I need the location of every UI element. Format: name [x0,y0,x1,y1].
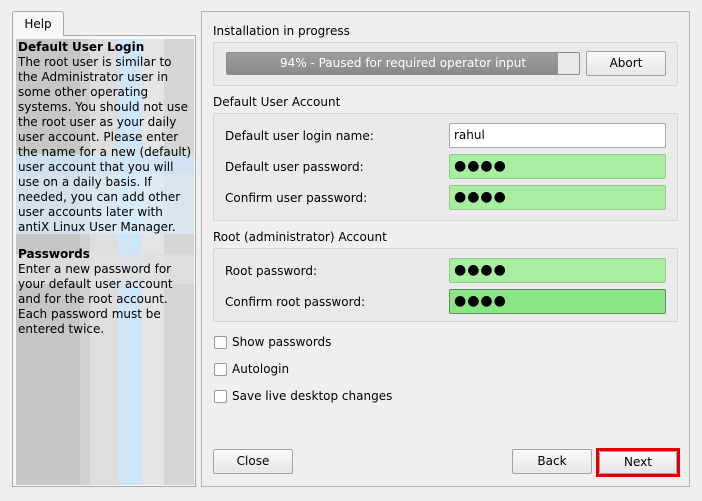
save-live-desktop-checkbox[interactable] [214,390,227,403]
show-passwords-checkbox[interactable] [214,336,227,349]
autologin-checkbox[interactable] [214,363,227,376]
help-heading-passwords: Passwords [18,247,90,261]
progress-text: 94% - Paused for required operator input [279,56,527,70]
root-password-label: Root password: [225,264,318,278]
help-body-passwords: Enter a new password for your default us… [18,262,173,336]
show-passwords-label[interactable]: Show passwords [232,335,331,350]
help-text: Default User Login The root user is simi… [18,40,194,349]
default-password-input[interactable]: ●●●● [449,154,666,179]
help-body-default-user-login: The root user is similar to the Administ… [18,55,192,234]
next-button-highlight [596,448,680,477]
default-login-input[interactable]: rahul [449,123,666,148]
confirm-user-password-input[interactable]: ●●●● [449,185,666,210]
save-live-desktop-label[interactable]: Save live desktop changes [232,389,392,404]
tab-help[interactable]: Help [12,11,64,36]
default-user-title: Default User Account [213,95,341,109]
abort-button[interactable]: Abort [586,51,666,76]
autologin-label[interactable]: Autologin [232,362,289,377]
installation-progress-bar: 94% - Paused for required operator input [226,52,580,75]
confirm-root-password-input[interactable]: ●●●● [449,289,666,314]
root-password-input[interactable]: ●●●● [449,258,666,283]
root-account-title: Root (administrator) Account [213,230,387,244]
help-heading-default-user-login: Default User Login [18,40,145,54]
default-login-label: Default user login name: [225,129,374,143]
close-button[interactable]: Close [213,449,293,474]
confirm-user-password-label: Confirm user password: [225,191,368,205]
back-button[interactable]: Back [512,449,592,474]
default-password-label: Default user password: [225,160,364,174]
installation-title: Installation in progress [213,24,350,38]
confirm-root-password-label: Confirm root password: [225,295,365,309]
